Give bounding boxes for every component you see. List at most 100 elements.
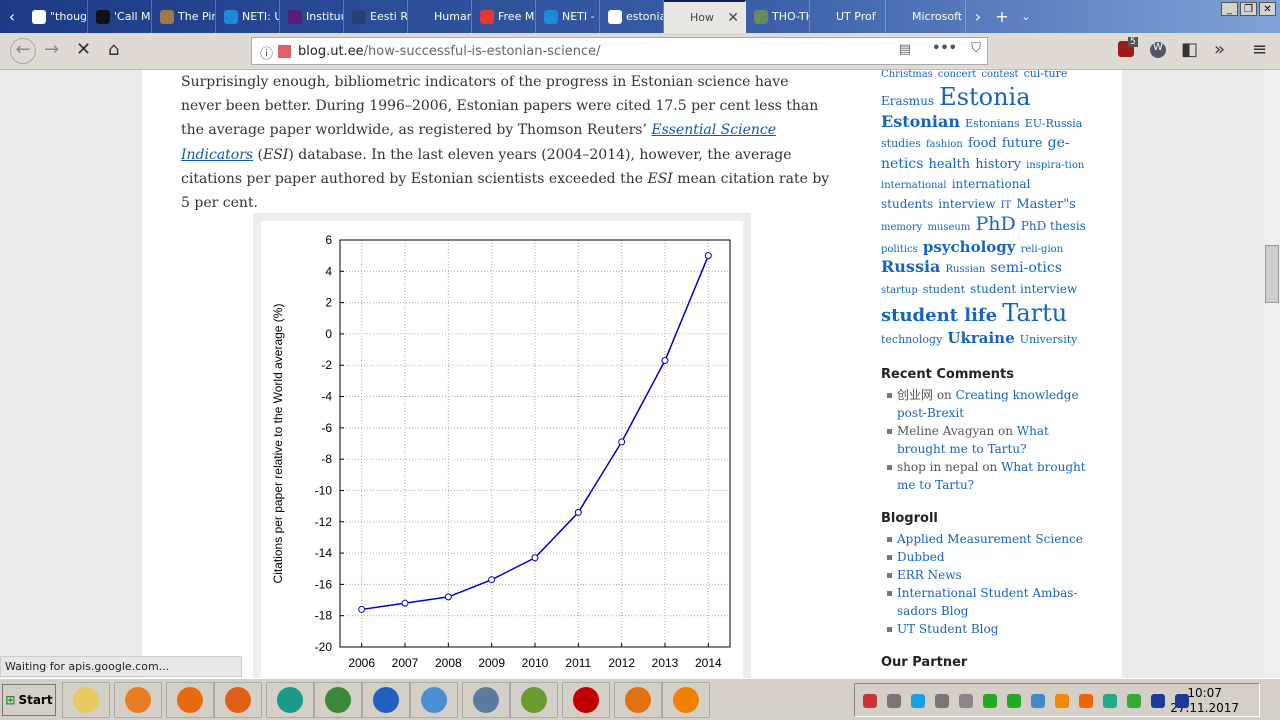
pocket-icon[interactable]: ⛉ [971,41,981,56]
tab[interactable]: The Pirate [152,0,216,33]
taskbar-app-button[interactable] [614,682,662,718]
tab[interactable]: Eesti Ra [344,0,408,33]
taskbar-app-button[interactable] [62,682,110,718]
minimize-button[interactable]: _ [1221,2,1238,16]
url-bar[interactable]: ⓘ blog.ut.ee/how-successful-is-estonian-… [251,37,988,65]
tab[interactable]: Microsoft W [886,0,966,33]
taskbar-app-button[interactable] [214,682,262,718]
blogroll-link[interactable]: UT Student Blog [897,622,998,636]
info-icon[interactable]: ⓘ [260,43,273,62]
tag-link[interactable]: startup [881,285,918,296]
tab[interactable]: Human.ee - [408,0,472,33]
back-button[interactable]: ← [10,38,36,64]
w-extension-icon[interactable]: W [1150,42,1166,58]
overflow-icon[interactable]: » [1214,39,1225,60]
tag-link[interactable]: inspira-tion [1026,160,1084,171]
tabs-scroll-left-button[interactable]: ‹ [0,0,24,33]
reader-view-icon[interactable]: ▤ [899,42,911,57]
tray-icon[interactable] [1007,694,1021,708]
tray-icon[interactable] [911,694,925,708]
scrollbar-thumb[interactable] [1265,245,1279,303]
tray-icon[interactable] [1175,694,1189,708]
tab[interactable]: Instituut [280,0,344,33]
tag-link[interactable]: Erasmus [881,94,934,108]
tag-link[interactable]: cul-ture [1024,70,1068,80]
tag-link[interactable]: future [1002,136,1043,151]
tab[interactable]: NETI: U [216,0,280,33]
tag-link[interactable]: interview [938,197,995,211]
tab[interactable]: 'Call Me [88,0,152,33]
close-window-button[interactable]: ✕ [1259,2,1276,16]
tab[interactable]: UT Prof [810,0,886,33]
tag-link[interactable]: Estonian [881,112,960,131]
blogroll-link[interactable]: International Student Ambas-sadors Blog [897,586,1077,618]
taskbar-app-button[interactable] [510,682,558,718]
restore-button[interactable]: ❐ [1240,2,1257,16]
tab[interactable]: estonia [600,0,664,33]
tag-link[interactable]: PhD [975,213,1015,235]
tag-link[interactable]: Russian [945,264,985,275]
taskbar-app-button[interactable] [166,682,214,718]
tag-link[interactable]: Ukraine [947,329,1014,347]
taskbar-app-button[interactable] [114,682,162,718]
tray-icon[interactable] [983,694,997,708]
start-button[interactable]: ⊞ Start [2,684,56,716]
tag-link[interactable]: IT [1001,200,1012,211]
tray-icon[interactable] [935,694,949,708]
new-tab-button[interactable]: + [990,0,1014,33]
taskbar-app-button[interactable] [410,682,458,718]
tag-link[interactable]: Master"s [1016,197,1076,212]
tag-link[interactable]: student life [881,305,997,326]
tab[interactable]: NETI - E [536,0,600,33]
tag-link[interactable]: student [923,283,965,296]
close-tab-icon[interactable]: ✕ [727,10,739,26]
tag-link[interactable]: museum [927,222,970,233]
blogroll-link[interactable]: Applied Measurement Science [897,532,1083,546]
blogroll-link[interactable]: ERR News [897,568,962,582]
page-actions-icon[interactable]: ••• [932,41,957,56]
tag-link[interactable]: student interview [970,282,1077,296]
tag-link[interactable]: psychology [923,238,1016,256]
tag-link[interactable]: Tartu [1002,299,1067,327]
tag-link[interactable]: politics [881,244,918,255]
blogroll-link[interactable]: Dubbed [897,550,945,564]
tray-icon[interactable] [1079,694,1093,708]
tab[interactable]: How ✕ [664,0,746,33]
tab-list-button[interactable]: ⌄ [1014,0,1038,33]
tag-link[interactable]: Christmas [881,70,933,80]
tag-link[interactable]: contest [981,70,1018,80]
tag-link[interactable]: reli-gion [1021,244,1064,255]
tag-link[interactable]: Estonia [939,83,1030,111]
tag-link[interactable]: history [975,157,1021,172]
tag-link[interactable]: health [929,157,971,172]
taskbar-app-button[interactable] [362,682,410,718]
page-scrollbar[interactable] [1264,70,1280,678]
taskbar-app-button[interactable] [562,682,610,718]
tag-link[interactable]: PhD thesis [1021,219,1086,233]
tag-link[interactable]: memory [881,222,922,233]
tag-link[interactable]: food [968,136,997,151]
tray-icon[interactable] [1103,694,1117,708]
tray-icon[interactable] [1055,694,1069,708]
tabs-scroll-right-button[interactable]: › [966,0,990,33]
tray-icon[interactable] [1151,694,1165,708]
taskbar-app-button[interactable] [662,682,710,718]
home-button[interactable]: ⌂ [108,39,119,60]
tray-icon[interactable] [863,694,877,708]
tray-icon[interactable] [1127,694,1141,708]
tag-link[interactable]: technology [881,333,942,346]
tag-link[interactable]: concert [938,70,976,80]
tag-link[interactable]: Estonians [965,117,1020,130]
taskbar-app-button[interactable] [462,682,510,718]
tag-link[interactable]: Russia [881,257,940,276]
tray-icon[interactable] [959,694,973,708]
sidebar-icon[interactable]: ◧ [1181,39,1198,60]
taskbar-app-button[interactable] [314,682,362,718]
taskbar-app-button[interactable] [266,682,314,718]
forward-button[interactable]: → [44,39,59,60]
tab[interactable]: THO-TH [746,0,810,33]
tab[interactable]: Free Mo [472,0,536,33]
tag-link[interactable]: semi-otics [990,260,1062,276]
tab[interactable]: "thoughts [24,0,88,33]
tray-icon[interactable] [1031,694,1045,708]
